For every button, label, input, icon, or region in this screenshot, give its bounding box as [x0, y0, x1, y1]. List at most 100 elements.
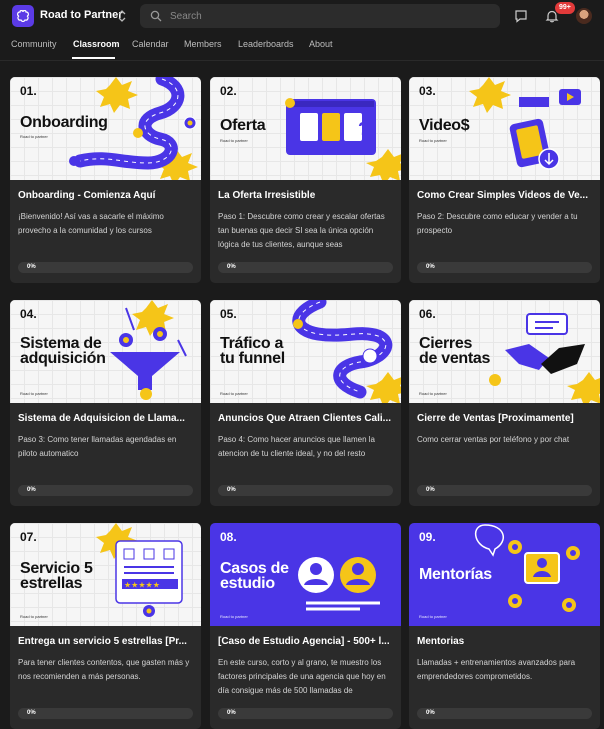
brand-footer: Road to partner	[20, 391, 48, 396]
thumbnail-title: Casos de	[220, 560, 289, 577]
thumbnail-title: Video$	[419, 117, 470, 134]
progress-label: 0%	[27, 487, 36, 493]
search-icon	[150, 10, 162, 22]
course-number: 06.	[419, 307, 436, 321]
brand-footer: Road to partner	[419, 138, 447, 143]
course-title: Como Crear Simples Videos de Ve...	[417, 190, 588, 201]
tab-members[interactable]: Members	[184, 39, 222, 49]
tab-leaderboards[interactable]: Leaderboards	[238, 39, 294, 49]
thumbnail-title: Mentorías	[419, 566, 492, 583]
divider	[0, 60, 604, 61]
notification-badge: 99+	[555, 2, 575, 14]
progress-label: 0%	[227, 264, 236, 270]
course-title: Onboarding - Comienza Aquí	[18, 190, 156, 201]
brand-footer: Road to partner	[20, 134, 48, 139]
course-thumbnail: 06. Cierres de ventas Road to partner	[409, 300, 600, 403]
tab-community[interactable]: Community	[11, 39, 57, 49]
course-number: 07.	[20, 530, 37, 544]
progress-bar: 0%	[218, 708, 393, 719]
course-description: Paso 2: Descubre como educar y vender a …	[417, 212, 578, 235]
nav-tabs: Community Classroom Calendar Members Lea…	[0, 32, 604, 60]
course-card[interactable]: 04. Sistema de adquisición Road to partn…	[10, 300, 201, 506]
svg-text:?: ?	[358, 119, 369, 139]
course-card[interactable]: 06. Cierres de ventas Road to partner Ci…	[409, 300, 600, 506]
search-input[interactable]	[170, 10, 470, 22]
brand-footer: Road to partner	[20, 614, 48, 619]
brand-footer: Road to partner	[220, 614, 248, 619]
course-card[interactable]: 03. Video$ Road to partner Como Crear Si…	[409, 77, 600, 283]
progress-label: 0%	[426, 264, 435, 270]
progress-label: 0%	[426, 487, 435, 493]
community-name[interactable]: Road to Partner	[40, 9, 123, 21]
course-title: Cierre de Ventas [Proximamente]	[417, 413, 574, 424]
progress-label: 0%	[27, 264, 36, 270]
thumbnail-title: Onboarding	[20, 114, 108, 131]
course-title: [Caso de Estudio Agencia] - 500+ l...	[218, 636, 390, 647]
course-number: 08.	[220, 530, 237, 544]
brand-footer: Road to partner	[220, 138, 248, 143]
course-title: Anuncios Que Atraen Clientes Cali...	[218, 413, 391, 424]
course-thumbnail: 08. Casos de estudio Road to partner	[210, 523, 401, 626]
course-description: Paso 4: Como hacer anuncios que llamen l…	[218, 435, 375, 458]
community-logo[interactable]	[12, 5, 34, 27]
course-number: 01.	[20, 84, 37, 98]
course-number: 04.	[20, 307, 37, 321]
thumbnail-title: estudio	[220, 575, 275, 592]
active-tab-indicator	[72, 57, 115, 59]
course-card[interactable]: 01. Onboarding Road to partner Onboardin…	[10, 77, 201, 283]
thumbnail-title: adquisición	[20, 350, 106, 367]
tab-calendar[interactable]: Calendar	[132, 39, 169, 49]
svg-text:★★★★★: ★★★★★	[124, 581, 160, 590]
progress-label: 0%	[227, 710, 236, 716]
course-description: Paso 3: Como tener llamadas agendadas en…	[18, 435, 177, 458]
course-title: La Oferta Irresistible	[218, 190, 316, 201]
course-description: Llamadas + entrenamientos avanzados para…	[417, 658, 576, 681]
progress-label: 0%	[227, 487, 236, 493]
course-description: ¡Bienvenido! Así vas a sacarle el máximo…	[18, 212, 164, 235]
progress-bar: 0%	[18, 485, 193, 496]
thumbnail-title: Oferta	[220, 117, 266, 134]
progress-bar: 0%	[218, 262, 393, 273]
search-bar[interactable]	[140, 4, 500, 28]
thumbnail-title: Sistema de	[20, 335, 102, 352]
progress-bar: 0%	[18, 262, 193, 273]
chat-bubble-icon[interactable]	[514, 9, 528, 23]
course-card[interactable]: 05. Tráfico a tu funnel Road to partner …	[210, 300, 401, 506]
course-thumbnail: 05. Tráfico a tu funnel Road to partner	[210, 300, 401, 403]
tab-classroom[interactable]: Classroom	[73, 39, 120, 49]
course-title: Mentorias	[417, 636, 465, 647]
brand-footer: Road to partner	[419, 391, 447, 396]
thumbnail-title: de ventas	[419, 350, 491, 367]
course-card[interactable]: ★★★★★ 07. Servicio 5 estrellas Road to p…	[10, 523, 201, 729]
brain-icon	[17, 10, 29, 22]
progress-bar: 0%	[417, 708, 592, 719]
course-title: Sistema de Adquisicion de Llama...	[18, 413, 185, 424]
course-thumbnail: ? 02. Oferta Road to partner	[210, 77, 401, 180]
course-thumbnail: 09. Mentorías Road to partner	[409, 523, 600, 626]
thumbnail-title: Servicio 5	[20, 560, 93, 577]
course-number: 05.	[220, 307, 237, 321]
progress-bar: 0%	[18, 708, 193, 719]
thumbnail-title: Tráfico a	[220, 335, 284, 352]
course-card[interactable]: ? 02. Oferta Road to partner La Oferta I…	[210, 77, 401, 283]
thumbnail-title: tu funnel	[220, 350, 285, 367]
progress-label: 0%	[426, 710, 435, 716]
thumbnail-title: Cierres	[419, 335, 473, 352]
brand-footer: Road to partner	[419, 614, 447, 619]
course-description: En este curso, corto y al grano, te mues…	[218, 658, 386, 695]
avatar[interactable]	[576, 8, 592, 24]
course-description: Como cerrar ventas por teléfono y por ch…	[417, 435, 570, 444]
course-card[interactable]: 08. Casos de estudio Road to partner [Ca…	[210, 523, 401, 729]
thumbnail-title: estrellas	[20, 575, 83, 592]
progress-label: 0%	[27, 710, 36, 716]
tab-about[interactable]: About	[309, 39, 333, 49]
course-description: Paso 1: Descubre como crear y escalar of…	[218, 212, 385, 249]
progress-bar: 0%	[417, 262, 592, 273]
course-card[interactable]: 09. Mentorías Road to partner Mentorias …	[409, 523, 600, 729]
progress-bar: 0%	[218, 485, 393, 496]
brand-footer: Road to partner	[220, 391, 248, 396]
chevron-updown-icon[interactable]	[117, 8, 127, 24]
top-bar: Road to Partner 99+	[0, 0, 604, 32]
course-thumbnail: ★★★★★ 07. Servicio 5 estrellas Road to p…	[10, 523, 201, 626]
course-title: Entrega un servicio 5 estrellas [Pr...	[18, 636, 187, 647]
